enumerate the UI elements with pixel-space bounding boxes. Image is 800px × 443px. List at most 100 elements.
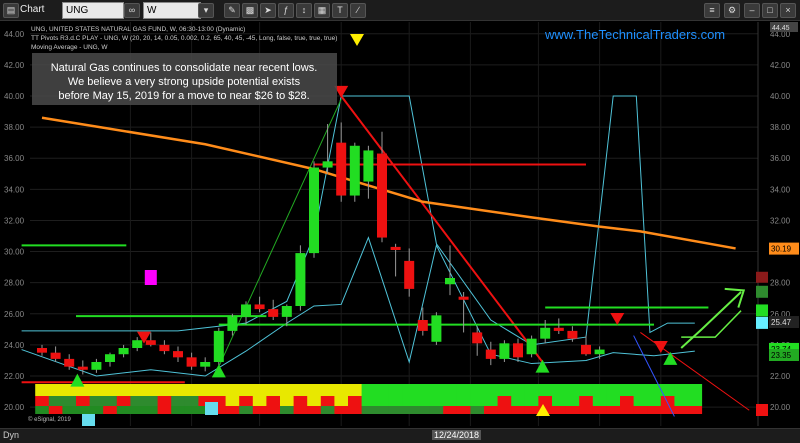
ribbon-cell bbox=[307, 406, 322, 414]
ribbon-cell bbox=[293, 406, 308, 414]
ribbon-cell bbox=[592, 406, 607, 414]
ribbon-cell bbox=[35, 406, 50, 414]
tick-label-left: 24.00 bbox=[4, 341, 25, 350]
ribbon-cell bbox=[674, 384, 689, 396]
chart-window-icon[interactable]: ▤ bbox=[3, 3, 19, 18]
candle-body bbox=[431, 315, 442, 342]
ribbon-cell bbox=[429, 406, 444, 414]
menu-icon[interactable]: ≡ bbox=[704, 3, 720, 18]
ribbon-cell bbox=[48, 384, 63, 396]
candle-body bbox=[173, 351, 183, 358]
tick-label-left: 20.00 bbox=[4, 403, 25, 412]
candle-body bbox=[64, 358, 75, 367]
pointer-icon[interactable]: ➤ bbox=[260, 3, 276, 18]
ribbon-cell bbox=[252, 384, 267, 396]
tick-label-right: 40.00 bbox=[770, 92, 791, 101]
candle-body bbox=[594, 349, 605, 355]
ribbon-cell bbox=[579, 396, 594, 406]
ribbon-cell bbox=[647, 396, 662, 406]
chart-canvas[interactable]: 20.0020.0022.0022.0024.0024.0026.0026.00… bbox=[0, 20, 800, 428]
ribbon-cell bbox=[144, 406, 159, 414]
ribbon-cell bbox=[334, 384, 349, 396]
close-icon[interactable]: × bbox=[780, 3, 796, 18]
ribbon-cell bbox=[212, 384, 227, 396]
candle-body bbox=[227, 316, 238, 331]
ribbon-cell bbox=[388, 406, 403, 414]
ribbon-cell bbox=[674, 396, 689, 406]
tick-label-left: 38.00 bbox=[4, 123, 25, 132]
chart-toolbar: ▤ Chart UNG ∞ W ▾ ✎ ▩ ➤ ƒ ↕ ▦ T ∕ ≡ ⚙ – … bbox=[0, 0, 800, 21]
dyn-label[interactable]: Dyn bbox=[3, 430, 19, 440]
candle-body bbox=[309, 167, 319, 254]
ribbon-cell bbox=[116, 384, 131, 396]
ribbon-cell bbox=[375, 396, 390, 406]
maximize-icon[interactable]: □ bbox=[762, 3, 778, 18]
candle-body bbox=[499, 343, 510, 359]
candle-body bbox=[118, 348, 129, 355]
ribbon-cell bbox=[62, 406, 77, 414]
symbol-input[interactable]: UNG bbox=[62, 2, 124, 19]
candle-body bbox=[404, 260, 415, 289]
settings-icon[interactable]: ⚙ bbox=[724, 3, 740, 18]
expand-icon[interactable]: ↕ bbox=[296, 3, 312, 18]
interval-input[interactable]: W bbox=[143, 2, 201, 19]
ribbon-cell bbox=[402, 396, 417, 406]
ribbon-cell bbox=[416, 406, 431, 414]
minimize-icon[interactable]: – bbox=[744, 3, 760, 18]
line-icon[interactable]: ∕ bbox=[350, 3, 366, 18]
ribbon-cell bbox=[198, 384, 213, 396]
ribbon-cell bbox=[456, 384, 471, 396]
draw-tool-icon[interactable]: ✎ bbox=[224, 3, 240, 18]
ribbon-cell bbox=[416, 384, 431, 396]
ribbon-cell bbox=[565, 384, 580, 396]
ribbon-cell bbox=[293, 384, 308, 396]
ribbon-cell bbox=[606, 396, 621, 406]
ribbon-cell bbox=[293, 396, 308, 406]
candle-body bbox=[159, 344, 170, 352]
bars-icon[interactable]: ▩ bbox=[242, 3, 258, 18]
ribbon-cell bbox=[524, 406, 539, 414]
buy-signal-triangle bbox=[535, 359, 550, 373]
ribbon-cell bbox=[171, 406, 186, 414]
candle-body bbox=[553, 327, 564, 331]
ribbon-cell bbox=[375, 384, 390, 396]
ribbon-cell bbox=[620, 406, 635, 414]
ribbon-cell bbox=[443, 406, 458, 414]
candle-body bbox=[485, 349, 496, 359]
ribbon-cell bbox=[620, 384, 635, 396]
ribbon-cell bbox=[361, 396, 376, 406]
ribbon-cell bbox=[688, 396, 703, 406]
status-square bbox=[756, 316, 768, 329]
candle-body bbox=[77, 366, 88, 370]
text-icon[interactable]: T bbox=[332, 3, 348, 18]
candle-body bbox=[200, 362, 211, 367]
ribbon-cell bbox=[511, 406, 526, 414]
ribbon-cell bbox=[552, 384, 567, 396]
ribbon-cell bbox=[606, 406, 621, 414]
candle-body bbox=[91, 362, 102, 370]
candle-body bbox=[145, 340, 156, 345]
tick-label-left: 44.00 bbox=[4, 30, 25, 39]
candle-body bbox=[268, 309, 279, 317]
candle-body bbox=[37, 348, 47, 353]
ribbon-cell bbox=[633, 406, 648, 414]
link-icon[interactable]: ∞ bbox=[124, 3, 140, 18]
ribbon-cell bbox=[76, 396, 91, 406]
ribbon-cell bbox=[388, 384, 403, 396]
ribbon-cell bbox=[524, 384, 539, 396]
cyan-square-marker bbox=[82, 414, 95, 426]
status-square bbox=[756, 285, 768, 298]
ribbon-cell bbox=[307, 396, 322, 406]
interval-dropdown-icon[interactable]: ▾ bbox=[198, 3, 214, 18]
ribbon-cell bbox=[647, 406, 662, 414]
window-title: Chart bbox=[20, 4, 45, 15]
candle-body bbox=[349, 145, 360, 196]
ribbon-cell bbox=[429, 384, 444, 396]
ribbon-cell bbox=[484, 406, 499, 414]
tick-label-right: 20.00 bbox=[770, 403, 791, 412]
ribbon-cell bbox=[538, 384, 553, 396]
ribbon-cell bbox=[511, 396, 526, 406]
grid-icon[interactable]: ▦ bbox=[314, 3, 330, 18]
ribbon-cell bbox=[375, 406, 390, 414]
studies-icon[interactable]: ƒ bbox=[278, 3, 294, 18]
